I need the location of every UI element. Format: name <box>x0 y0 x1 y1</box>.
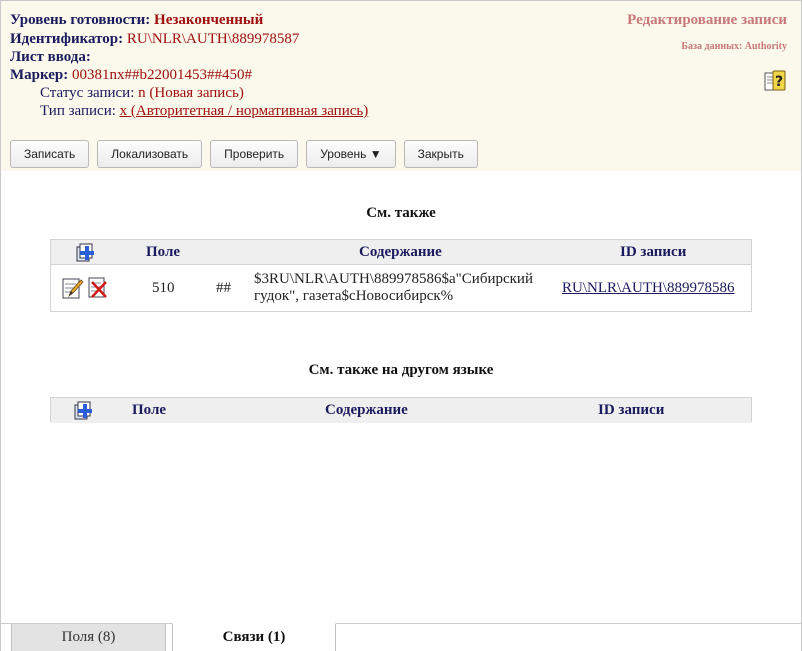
row-field: 510 <box>152 280 175 296</box>
table-header: Поле Содержание ID записи <box>51 240 751 265</box>
row-content: $3RU\NLR\AUTH\889978586$a"Сибирский гудо… <box>254 271 533 304</box>
see-also-table: Поле Содержание ID записи 510 ## $3RU\NL… <box>50 239 752 312</box>
see-also-title: См. также <box>366 205 436 221</box>
tab-links[interactable]: Связи (1) <box>172 623 336 651</box>
input-sheet-label: Лист ввода: <box>10 49 91 65</box>
record-editor-window: Уровень готовности: Незаконченный Иденти… <box>0 0 802 651</box>
check-button[interactable]: Проверить <box>210 140 299 168</box>
readiness-value: Незаконченный <box>154 12 264 28</box>
database-label: База данных: Authority <box>681 41 787 52</box>
type-label: Тип записи: <box>40 103 116 119</box>
status-label: Статус записи: <box>40 85 135 101</box>
edit-record-title: Редактирование записи <box>627 12 787 28</box>
see-also-other-language-title: См. также на другом языке <box>308 362 494 378</box>
column-content: Содержание <box>325 402 408 418</box>
readiness-label: Уровень готовности: <box>10 12 151 28</box>
level-dropdown-button[interactable]: Уровень ▼ <box>306 140 396 168</box>
svg-text:?: ? <box>775 74 783 90</box>
help-question-icon[interactable]: ? <box>764 70 786 92</box>
column-field: Поле <box>146 244 181 260</box>
table-header: Поле Содержание ID записи <box>51 398 751 423</box>
edit-icon[interactable] <box>62 276 84 300</box>
status-line: Статус записи: n (Новая запись) <box>40 85 244 102</box>
identifier-value: RU\NLR\AUTH\889978587 <box>126 31 300 47</box>
add-link-icon[interactable] <box>73 400 94 421</box>
tab-fields[interactable]: Поля (8) <box>11 624 166 651</box>
readiness-line: Уровень готовности: Незаконченный <box>10 12 263 29</box>
column-record-id: ID записи <box>598 402 665 418</box>
type-line: Тип записи: x (Авторитетная / нормативна… <box>40 103 368 120</box>
identifier-label: Идентификатор: <box>10 31 124 47</box>
see-also-other-language-table: Поле Содержание ID записи <box>50 397 752 423</box>
column-field: Поле <box>132 402 167 418</box>
marker-value: 00381nx##b22001453##450# <box>72 67 253 83</box>
marker-line: Маркер: 00381nx##b22001453##450# <box>10 67 252 84</box>
column-record-id: ID записи <box>620 244 687 260</box>
localize-button[interactable]: Локализовать <box>97 140 203 168</box>
add-link-icon[interactable] <box>75 242 96 263</box>
toolbar: Записать Локализовать Проверить Уровень … <box>10 140 478 168</box>
type-value-link[interactable]: x (Авторитетная / нормативная запись) <box>120 103 369 119</box>
bottom-tabs: Поля (8) Связи (1) <box>1 623 801 651</box>
row-record-id-link[interactable]: RU\NLR\AUTH\889978586 <box>562 280 735 297</box>
row-indicators: ## <box>216 280 231 296</box>
marker-label: Маркер: <box>10 67 69 83</box>
identifier-line: Идентификатор: RU\NLR\AUTH\889978587 <box>10 31 299 48</box>
delete-icon[interactable] <box>87 276 109 300</box>
close-button[interactable]: Закрыть <box>403 140 478 168</box>
status-value: n (Новая запись) <box>138 85 244 101</box>
input-sheet-line: Лист ввода: <box>10 49 91 66</box>
column-content: Содержание <box>359 244 442 260</box>
record-header: Уровень готовности: Незаконченный Иденти… <box>1 1 801 171</box>
table-row: 510 ## $3RU\NLR\AUTH\889978586$a"Сибирск… <box>51 265 751 311</box>
save-button[interactable]: Записать <box>10 140 90 168</box>
